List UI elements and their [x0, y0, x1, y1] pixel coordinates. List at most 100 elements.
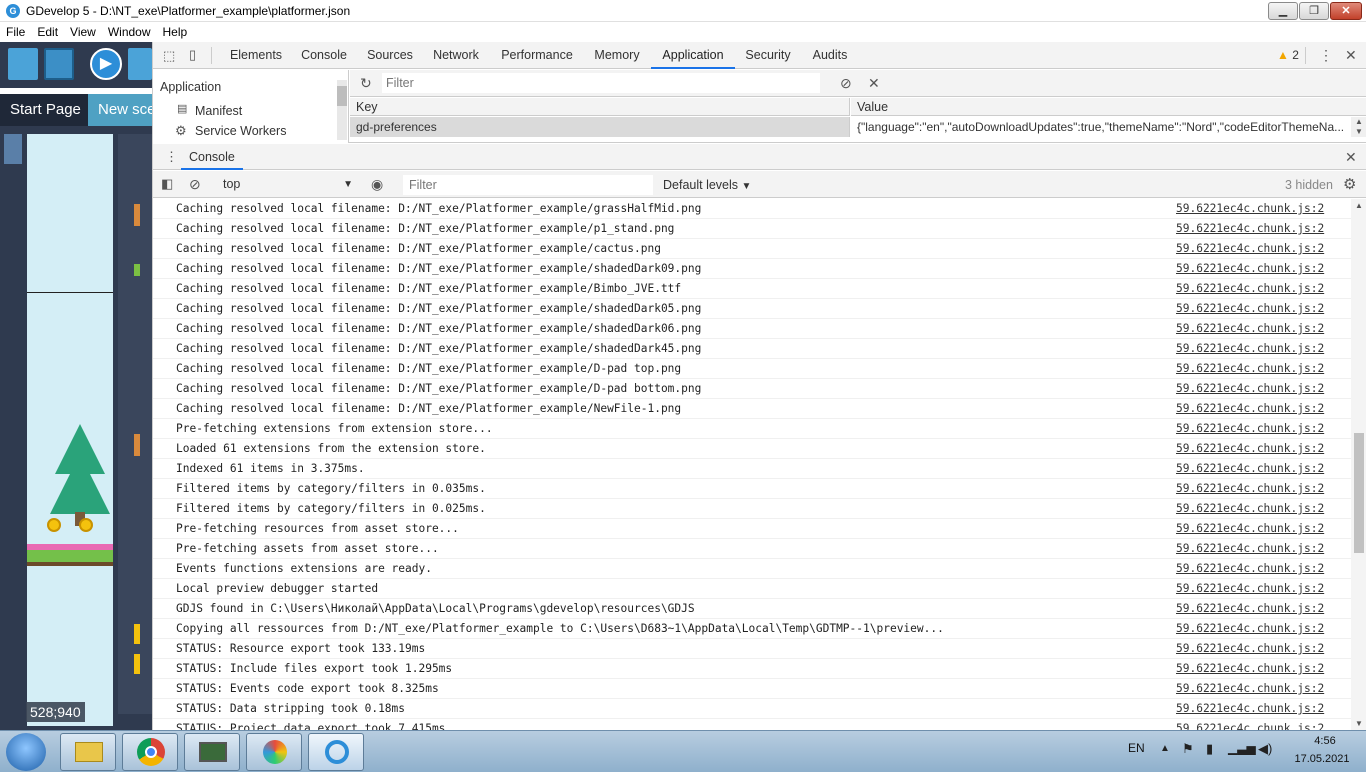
log-source-link[interactable]: 59.6221ec4c.chunk.js:2 — [1176, 599, 1324, 619]
menu-help[interactable]: Help — [157, 22, 194, 42]
network-signal-icon[interactable]: ▁▃▅ — [1228, 741, 1256, 755]
sidebar-scrollbar[interactable] — [337, 80, 347, 140]
log-source-link[interactable]: 59.6221ec4c.chunk.js:2 — [1176, 459, 1324, 479]
scrollbar-thumb[interactable] — [1354, 433, 1364, 553]
log-source-link[interactable]: 59.6221ec4c.chunk.js:2 — [1176, 679, 1324, 699]
tab-network[interactable]: Network — [427, 42, 485, 69]
show-hidden-icons-icon[interactable]: ▲ — [1160, 743, 1170, 754]
power-icon[interactable]: ▮ — [1206, 741, 1213, 757]
log-source-link[interactable]: 59.6221ec4c.chunk.js:2 — [1176, 579, 1324, 599]
log-source-link[interactable]: 59.6221ec4c.chunk.js:2 — [1176, 419, 1324, 439]
storage-filter-input[interactable]: Filter — [382, 73, 820, 93]
language-indicator[interactable]: EN — [1128, 741, 1145, 755]
tab-sources[interactable]: Sources — [361, 42, 419, 69]
log-source-link[interactable]: 59.6221ec4c.chunk.js:2 — [1176, 339, 1324, 359]
menu-edit[interactable]: Edit — [31, 22, 64, 42]
log-source-link[interactable]: 59.6221ec4c.chunk.js:2 — [1176, 319, 1324, 339]
log-source-link[interactable]: 59.6221ec4c.chunk.js:2 — [1176, 239, 1324, 259]
tab-console-drawer[interactable]: Console — [181, 144, 243, 170]
tab-application[interactable]: Application — [651, 42, 735, 69]
close-drawer-icon[interactable]: ✕ — [1345, 150, 1357, 164]
tab-security[interactable]: Security — [737, 42, 799, 69]
paint-icon[interactable] — [246, 733, 302, 771]
log-source-link[interactable]: 59.6221ec4c.chunk.js:2 — [1176, 439, 1324, 459]
clear-all-icon[interactable]: ⊘ — [840, 76, 852, 90]
debug-icon[interactable] — [128, 48, 152, 80]
file-explorer-icon[interactable] — [60, 733, 116, 771]
console-settings-icon[interactable]: ⚙ — [1343, 177, 1356, 192]
action-center-flag-icon[interactable]: ⚑ — [1182, 741, 1194, 757]
log-source-link[interactable]: 59.6221ec4c.chunk.js:2 — [1176, 519, 1324, 539]
close-window-button[interactable]: ✕ — [1330, 2, 1362, 20]
drawer-menu-icon[interactable]: ⋮ — [165, 150, 178, 163]
log-source-link[interactable]: 59.6221ec4c.chunk.js:2 — [1176, 219, 1324, 239]
clock-date[interactable]: 17.05.2021 — [1282, 753, 1362, 765]
log-source-link[interactable]: 59.6221ec4c.chunk.js:2 — [1176, 639, 1324, 659]
tab-memory[interactable]: Memory — [587, 42, 647, 69]
minimize-button[interactable]: ▁ — [1268, 2, 1298, 20]
gdevelop-icon[interactable] — [308, 733, 364, 771]
console-scrollbar[interactable]: ▲ ▼ — [1351, 199, 1366, 730]
log-levels-dropdown[interactable]: Default levels ▼ — [663, 175, 751, 197]
tab-elements[interactable]: Elements — [223, 42, 289, 69]
console-filter-input[interactable]: Filter — [403, 175, 653, 195]
eye-icon[interactable]: ◉ — [371, 177, 383, 191]
scene-canvas[interactable] — [27, 134, 113, 726]
scroll-down-icon[interactable]: ▼ — [1355, 719, 1363, 728]
project-manager-icon[interactable] — [8, 48, 38, 80]
log-source-link[interactable]: 59.6221ec4c.chunk.js:2 — [1176, 719, 1324, 730]
console-log-row: Caching resolved local filename: D:/NT_e… — [153, 259, 1351, 279]
inspect-element-icon[interactable]: ⬚ — [163, 49, 175, 62]
sidebar-item-manifest[interactable]: Manifest — [195, 104, 242, 118]
log-source-link[interactable]: 59.6221ec4c.chunk.js:2 — [1176, 539, 1324, 559]
menu-file[interactable]: File — [0, 22, 31, 42]
log-source-link[interactable]: 59.6221ec4c.chunk.js:2 — [1176, 559, 1324, 579]
warnings-badge[interactable]: ▲ 2 — [1277, 42, 1299, 69]
device-toolbar-icon[interactable]: ▯ — [189, 48, 196, 61]
scene-editor-icon[interactable] — [44, 48, 74, 80]
log-source-link[interactable]: 59.6221ec4c.chunk.js:2 — [1176, 299, 1324, 319]
menu-window[interactable]: Window — [102, 22, 157, 42]
log-source-link[interactable]: 59.6221ec4c.chunk.js:2 — [1176, 359, 1324, 379]
menu-view[interactable]: View — [64, 22, 102, 42]
tab-console[interactable]: Console — [295, 42, 353, 69]
system-monitor-icon[interactable] — [184, 733, 240, 771]
log-source-link[interactable]: 59.6221ec4c.chunk.js:2 — [1176, 699, 1324, 719]
log-source-link[interactable]: 59.6221ec4c.chunk.js:2 — [1176, 379, 1324, 399]
preview-play-icon[interactable]: ▶ — [90, 48, 122, 80]
scrollbar-thumb[interactable] — [337, 86, 347, 106]
tab-start-page[interactable]: Start Page — [0, 94, 88, 126]
tab-new-scene[interactable]: New sce — [88, 94, 152, 126]
log-source-link[interactable]: 59.6221ec4c.chunk.js:2 — [1176, 279, 1324, 299]
log-source-link[interactable]: 59.6221ec4c.chunk.js:2 — [1176, 259, 1324, 279]
table-scrollbar[interactable]: ▲ ▼ — [1351, 117, 1366, 137]
volume-icon[interactable]: ◀) — [1258, 741, 1272, 757]
log-source-link[interactable]: 59.6221ec4c.chunk.js:2 — [1176, 619, 1324, 639]
show-sidebar-icon[interactable]: ◧ — [161, 177, 173, 190]
table-cell-value[interactable]: {"language":"en","autoDownloadUpdates":t… — [851, 117, 1351, 137]
log-source-link[interactable]: 59.6221ec4c.chunk.js:2 — [1176, 199, 1324, 219]
column-header-key[interactable]: Key — [350, 98, 850, 116]
chrome-icon[interactable] — [122, 733, 178, 771]
sidebar-item-service-workers[interactable]: Service Workers — [195, 124, 286, 138]
log-source-link[interactable]: 59.6221ec4c.chunk.js:2 — [1176, 399, 1324, 419]
maximize-button[interactable]: ❐ — [1299, 2, 1329, 20]
log-source-link[interactable]: 59.6221ec4c.chunk.js:2 — [1176, 659, 1324, 679]
clock-time[interactable]: 4:56 — [1290, 735, 1360, 747]
start-button[interactable] — [6, 733, 46, 771]
close-devtools-icon[interactable]: ✕ — [1345, 48, 1357, 62]
table-cell-key[interactable]: gd-preferences — [350, 117, 850, 137]
delete-selected-icon[interactable]: ✕ — [868, 76, 880, 90]
context-selector[interactable]: top ▼ — [223, 176, 353, 193]
scroll-up-icon[interactable]: ▲ — [1355, 201, 1363, 210]
storage-toolbar: ↻ Filter ⊘ ✕ — [350, 70, 1366, 97]
tab-audits[interactable]: Audits — [805, 42, 855, 69]
clear-console-icon[interactable]: ⊘ — [189, 177, 201, 191]
tab-performance[interactable]: Performance — [495, 42, 579, 69]
log-source-link[interactable]: 59.6221ec4c.chunk.js:2 — [1176, 479, 1324, 499]
refresh-icon[interactable]: ↻ — [360, 76, 372, 90]
more-options-icon[interactable]: ⋮ — [1319, 48, 1333, 62]
log-source-link[interactable]: 59.6221ec4c.chunk.js:2 — [1176, 499, 1324, 519]
instances-panel-tab[interactable] — [4, 134, 22, 164]
column-header-value[interactable]: Value — [851, 98, 1366, 116]
